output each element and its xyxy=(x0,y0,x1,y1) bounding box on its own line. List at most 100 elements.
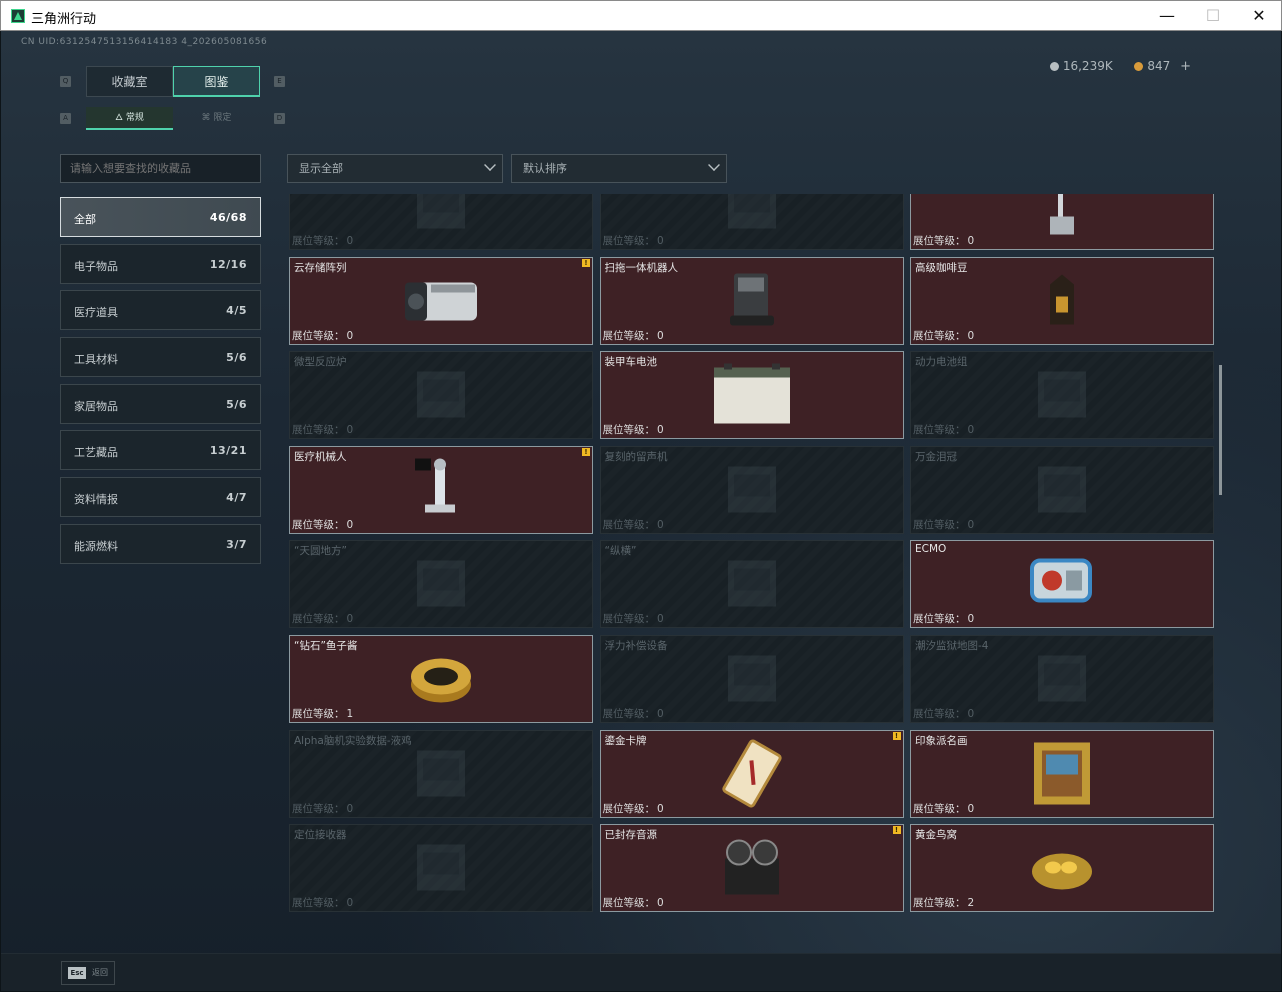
card-name: 医疗机械人 xyxy=(294,450,347,463)
level-label: 展位等级： xyxy=(913,329,966,342)
collection-card[interactable]: “纵横” 展位等级： 0 xyxy=(599,540,904,629)
new-badge-icon: ! xyxy=(582,258,590,267)
level-label: 展位等级： xyxy=(602,424,656,437)
subtab-limited[interactable]: ⌘ 限定 xyxy=(173,107,260,130)
collection-card[interactable]: 黄金鸟窝 展位等级： 2 xyxy=(910,824,1214,913)
level-value: 0 xyxy=(657,518,664,531)
collection-card[interactable]: 展位等级： 0 xyxy=(599,194,904,250)
category-item[interactable]: 能源燃料 3/7 xyxy=(60,523,261,564)
subtab-limited-label: 限定 xyxy=(213,113,232,123)
level-label: 展位等级： xyxy=(292,897,345,910)
sort-dropdown[interactable]: 默认排序 xyxy=(511,154,727,183)
card-level: 展位等级： 0 xyxy=(292,517,353,532)
category-item[interactable]: 资料情报 4/7 xyxy=(60,477,261,518)
tape-recorder-icon xyxy=(717,833,787,906)
tab-catalog[interactable]: 图鉴 xyxy=(173,66,260,97)
level-value: 0 xyxy=(967,235,975,247)
category-list: 全部 46/68 电子物品 12/16 医疗道具 4/5 工具材料 5/6 家居物品 5/6 工艺藏… xyxy=(60,197,261,571)
card-level: 展位等级： 0 xyxy=(292,422,353,437)
category-label: 能源燃料 xyxy=(74,539,118,553)
gold-amount: 847 xyxy=(1147,59,1171,73)
collection-card[interactable]: 高级咖啡豆 展位等级： 0 xyxy=(910,256,1214,345)
collection-card[interactable]: 已封存音源! 展位等级： 0 xyxy=(599,824,904,913)
level-value: 0 xyxy=(346,613,354,626)
gold-coin-icon xyxy=(1134,62,1144,71)
level-value: 0 xyxy=(657,235,664,247)
category-item[interactable]: 工艺藏品 13/21 xyxy=(60,430,261,471)
level-value: 0 xyxy=(657,424,664,437)
add-currency-button[interactable]: + xyxy=(1180,59,1191,74)
level-value: 0 xyxy=(967,708,975,720)
collection-card[interactable]: 展位等级： 0 xyxy=(289,194,593,250)
collection-card[interactable]: 万金泪冠 展位等级： 0 xyxy=(910,445,1214,534)
level-label: 展位等级： xyxy=(292,708,345,720)
key-hint-e: E xyxy=(274,76,285,87)
filter-dropdown[interactable]: 显示全部 xyxy=(287,154,503,183)
key-hint-q: Q xyxy=(60,76,71,87)
card-level: 展位等级： 0 xyxy=(292,611,353,626)
minimize-button[interactable]: — xyxy=(1144,4,1190,28)
card-name: 扫拖一体机器人 xyxy=(604,261,679,274)
category-item[interactable]: 工具材料 5/6 xyxy=(60,337,261,378)
collection-grid[interactable]: 展位等级： 0 展位等级： 0 展位等级： 0 云存储阵列! 展位等级： 0 扫拖一体机器人 展位等… xyxy=(287,194,1215,925)
caviar-tin-icon xyxy=(406,649,476,712)
card-level: 展位等级： 0 xyxy=(603,801,664,816)
collection-card[interactable]: 鎏金卡牌! 展位等级： 0 xyxy=(599,729,904,818)
collection-card[interactable]: 定位接收器 展位等级： 0 xyxy=(289,824,593,913)
level-label: 展位等级： xyxy=(913,235,966,247)
level-value: 0 xyxy=(346,518,354,531)
category-item[interactable]: 医疗道具 4/5 xyxy=(60,290,261,331)
card-name: “天圆地方” xyxy=(294,545,347,558)
gramophone-icon xyxy=(712,456,792,525)
collection-card[interactable]: 微型反应炉 展位等级： 0 xyxy=(289,351,593,440)
chevron-down-icon xyxy=(484,159,496,171)
category-item[interactable]: 电子物品 12/16 xyxy=(60,243,261,284)
tab-collection-room[interactable]: 收藏室 xyxy=(86,66,173,97)
collection-card[interactable]: 浮力补偿设备 展位等级： 0 xyxy=(599,635,904,723)
subtab-regular[interactable]: 🜂 常规 xyxy=(86,107,173,130)
collection-card[interactable]: Alpha脑机实验数据-液鸡 展位等级： 0 xyxy=(289,729,593,818)
back-button[interactable]: Esc 返回 xyxy=(61,961,115,985)
collection-card[interactable]: “天圆地方” 展位等级： 0 xyxy=(289,540,593,629)
card-level: 展位等级： 0 xyxy=(913,328,974,343)
gilded-card-icon xyxy=(717,738,787,811)
collection-card[interactable]: 医疗机械人! 展位等级： 0 xyxy=(289,445,593,534)
card-level: 展位等级： 0 xyxy=(603,328,664,343)
close-button[interactable]: ✕ xyxy=(1236,4,1282,28)
bcd-icon xyxy=(712,646,792,715)
data-drive-icon xyxy=(401,740,481,809)
collection-card[interactable]: ECMO 展位等级： 0 xyxy=(910,540,1214,629)
level-label: 展位等级： xyxy=(602,329,656,342)
silver-coin-icon xyxy=(1049,62,1059,71)
collection-card[interactable]: 复刻的留声机 展位等级： 0 xyxy=(599,445,904,534)
level-value: 0 xyxy=(346,235,354,247)
maximize-button[interactable]: ☐ xyxy=(1190,4,1236,28)
collection-card[interactable]: 装甲车电池 展位等级： 0 xyxy=(599,351,904,440)
board-icon xyxy=(712,551,792,620)
player-uid: CN UID:6312547513156414183 4_20260508165… xyxy=(21,37,268,47)
category-item[interactable]: 全部 46/68 xyxy=(60,197,261,237)
card-name: 万金泪冠 xyxy=(915,450,957,463)
collection-card[interactable]: 云存储阵列! 展位等级： 0 xyxy=(289,256,593,345)
card-name: 浮力补偿设备 xyxy=(604,640,668,652)
collection-card[interactable]: 印象派名画 展位等级： 0 xyxy=(910,729,1214,818)
level-label: 展位等级： xyxy=(602,613,656,626)
card-name: 已封存音源 xyxy=(604,829,658,842)
collection-card[interactable]: 展位等级： 0 xyxy=(910,194,1214,250)
card-level: 展位等级： 0 xyxy=(603,233,664,248)
card-name: 云存储阵列 xyxy=(294,261,347,274)
card-level: 展位等级： 1 xyxy=(292,706,353,721)
grid-scrollbar[interactable] xyxy=(1219,365,1222,495)
collection-card[interactable]: 动力电池组 展位等级： 0 xyxy=(910,351,1214,440)
search-input[interactable] xyxy=(60,154,261,183)
collection-card[interactable]: “钻石”鱼子酱 展位等级： 1 xyxy=(289,635,593,723)
category-item[interactable]: 家居物品 5/6 xyxy=(60,383,261,424)
level-value: 0 xyxy=(346,897,354,910)
card-name: 动力电池组 xyxy=(915,356,968,369)
card-name: 复刻的留声机 xyxy=(604,450,668,463)
collection-card[interactable]: 扫拖一体机器人 展位等级： 0 xyxy=(599,256,904,345)
level-value: 0 xyxy=(346,329,354,342)
collection-card[interactable]: 潮汐监狱地图-4 展位等级： 0 xyxy=(910,635,1214,723)
app-logo-icon xyxy=(11,9,25,23)
category-count: 46/68 xyxy=(209,211,247,224)
